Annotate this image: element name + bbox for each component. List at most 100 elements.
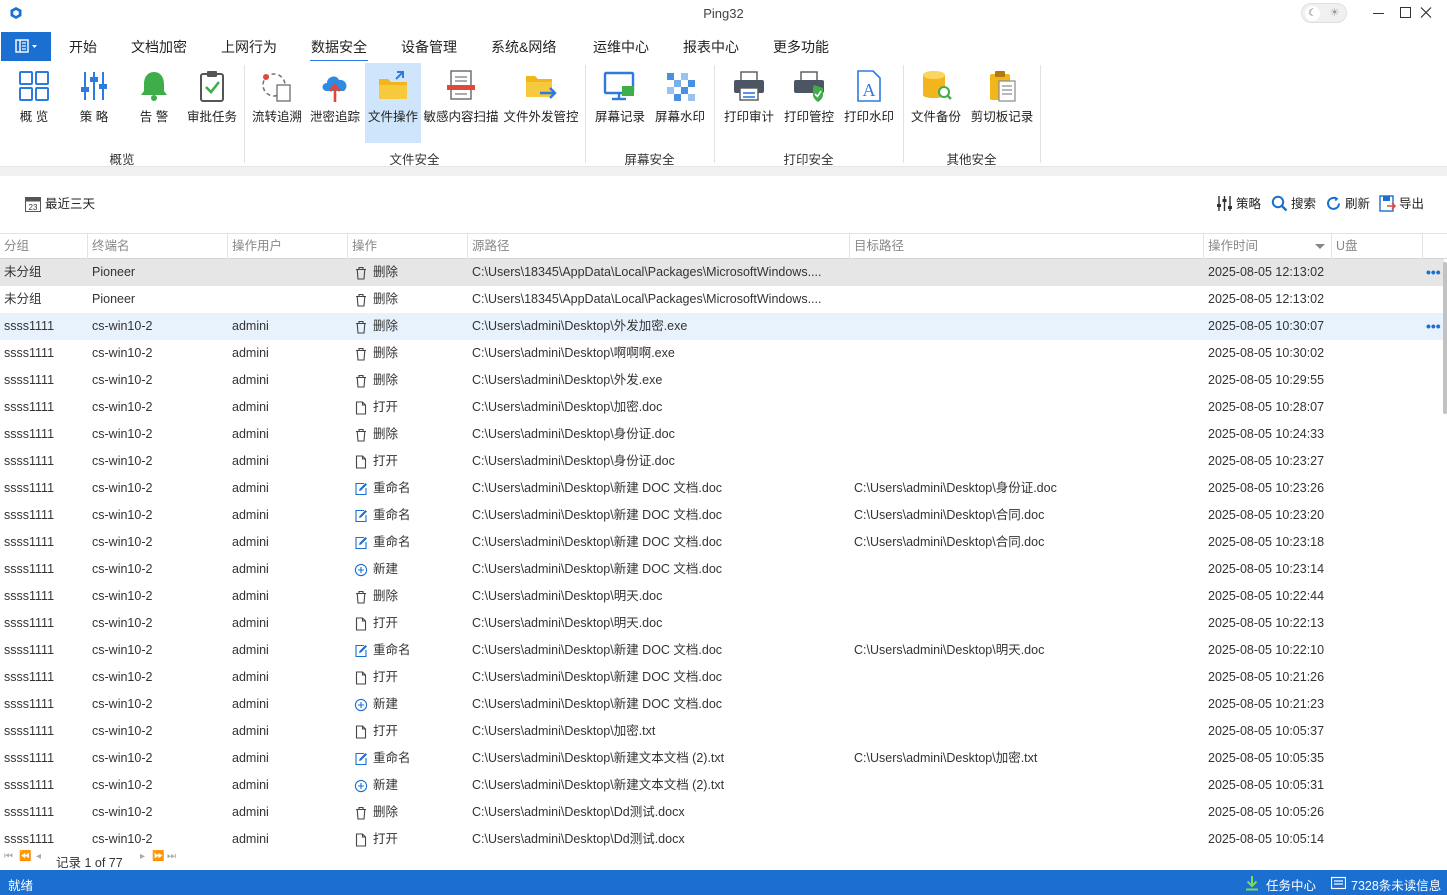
table-row[interactable]: ssss1111 cs-win10-2 admini 删除 C:\Users\admin… xyxy=(0,799,1444,826)
table-row[interactable]: ssss1111 cs-win10-2 admini 删除 C:\Users\admin… xyxy=(0,340,1444,367)
ribbon-print-audit-button[interactable]: 打印审计 xyxy=(721,63,777,143)
theme-toggle[interactable]: ☾ ☀ xyxy=(1301,3,1347,23)
search-button[interactable]: 搜索 xyxy=(1271,195,1319,213)
table-row[interactable]: ssss1111 cs-win10-2 admini 重命名 C:\Users\admi… xyxy=(0,637,1444,664)
row-more-icon[interactable]: ••• xyxy=(1426,259,1441,286)
ribbon-print-watermark-button[interactable]: A 打印水印 xyxy=(841,63,897,143)
cell-user: admini xyxy=(232,346,269,360)
cell-user: admini xyxy=(232,454,269,468)
cell-time: 2025-08-05 10:05:14 xyxy=(1208,832,1325,846)
table-row[interactable]: ssss1111 cs-win10-2 admini 删除 C:\Users\admin… xyxy=(0,583,1444,610)
close-button[interactable] xyxy=(1416,4,1436,22)
column-header-group[interactable]: 分组 xyxy=(0,234,88,259)
tab-ops-center[interactable]: 运维中心 xyxy=(593,37,649,57)
cell-user: admini xyxy=(232,616,269,630)
ribbon-file-outgoing-button[interactable]: 文件外发管控 xyxy=(502,63,580,143)
table-row[interactable]: ssss1111 cs-win10-2 admini 新建 C:\Users\admin… xyxy=(0,772,1444,799)
column-header-source-path[interactable]: 源路径 xyxy=(468,234,850,259)
table-row[interactable]: ssss1111 cs-win10-2 admini 重命名 C:\Users\admi… xyxy=(0,475,1444,502)
cell-terminal: Pioneer xyxy=(92,292,136,306)
ribbon-approval-button[interactable]: 审批任务 xyxy=(184,63,240,143)
tab-data-security[interactable]: 数据安全 xyxy=(310,37,368,63)
next-page-fast-button[interactable]: ⏩ xyxy=(152,851,164,862)
table-row[interactable]: 未分组 Pioneer 删除 C:\Users\18345\AppData\Local… xyxy=(0,259,1444,286)
tab-more-features[interactable]: 更多功能 xyxy=(773,37,829,57)
next-page-button[interactable]: ▸ xyxy=(140,851,145,862)
table-row[interactable]: ssss1111 cs-win10-2 admini 新建 C:\Users\admin… xyxy=(0,556,1444,583)
ribbon-leak-trace-button[interactable]: 泄密追踪 xyxy=(307,63,363,143)
row-more-icon[interactable]: ••• xyxy=(1426,313,1441,340)
prev-page-button[interactable]: ◂ xyxy=(36,851,41,862)
ribbon-overview-button[interactable]: 概 览 xyxy=(8,63,60,143)
table-row[interactable]: ssss1111 cs-win10-2 admini 打开 C:\Users\admin… xyxy=(0,394,1444,421)
ribbon-print-control-button[interactable]: 打印管控 xyxy=(781,63,837,143)
ribbon-flow-trace-button[interactable]: 流转追溯 xyxy=(249,63,305,143)
cell-group: ssss1111 xyxy=(4,454,55,468)
table-row[interactable]: ssss1111 cs-win10-2 admini 打开 C:\Users\admin… xyxy=(0,448,1444,475)
export-button[interactable]: 导出 xyxy=(1379,195,1427,213)
table-row[interactable]: ssss1111 cs-win10-2 admini 删除 C:\Users\admin… xyxy=(0,313,1444,340)
cell-time: 2025-08-05 10:05:35 xyxy=(1208,751,1325,765)
table-row[interactable]: ssss1111 cs-win10-2 admini 新建 C:\Users\admin… xyxy=(0,691,1444,718)
table-row[interactable]: ssss1111 cs-win10-2 admini 删除 C:\Users\admin… xyxy=(0,367,1444,394)
cell-target-path xyxy=(854,583,1200,610)
maximize-button[interactable] xyxy=(1396,4,1416,22)
ribbon-policy-button[interactable]: 策 略 xyxy=(68,63,120,143)
column-header-operation[interactable]: 操作 xyxy=(348,234,468,259)
ribbon-file-operation-button[interactable]: 文件操作 xyxy=(365,63,421,143)
column-header-time[interactable]: 操作时间 xyxy=(1204,234,1332,259)
cell-time: 2025-08-05 10:21:26 xyxy=(1208,670,1325,684)
vertical-scrollbar[interactable] xyxy=(1443,262,1447,414)
date-range-filter[interactable]: 23 最近三天 xyxy=(25,195,105,213)
table-row[interactable]: ssss1111 cs-win10-2 admini 删除 C:\Users\admin… xyxy=(0,421,1444,448)
table-row[interactable]: ssss1111 cs-win10-2 admini 重命名 C:\Users\admi… xyxy=(0,745,1444,772)
cell-terminal: cs-win10-2 xyxy=(92,454,153,468)
operation-label: 新建 xyxy=(373,697,399,711)
column-header-target-path[interactable]: 目标路径 xyxy=(850,234,1204,259)
cell-operation: 打开 xyxy=(354,826,464,847)
cell-operation: 删除 xyxy=(354,799,464,826)
ribbon-screen-watermark-button[interactable]: 屏幕水印 xyxy=(652,63,708,143)
table-row[interactable]: ssss1111 cs-win10-2 admini 打开 C:\Users\admin… xyxy=(0,718,1444,745)
tab-doc-encryption[interactable]: 文档加密 xyxy=(131,37,187,57)
table-row[interactable]: ssss1111 cs-win10-2 admini 打开 C:\Users\admin… xyxy=(0,610,1444,637)
ribbon-button-label: 审批任务 xyxy=(186,110,237,124)
table-row[interactable]: ssss1111 cs-win10-2 admini 重命名 C:\Users\admi… xyxy=(0,502,1444,529)
cell-user: admini xyxy=(232,832,269,846)
refresh-icon xyxy=(1327,196,1340,210)
operation-label: 删除 xyxy=(373,346,399,360)
calendar-day-number: 23 xyxy=(29,203,38,212)
cell-time: 2025-08-05 10:23:18 xyxy=(1208,535,1325,549)
cell-group: ssss1111 xyxy=(4,805,55,819)
first-page-button[interactable]: ⏮ xyxy=(4,851,13,862)
minimize-button[interactable] xyxy=(1369,4,1389,22)
table-row[interactable]: ssss1111 cs-win10-2 admini 打开 C:\Users\admin… xyxy=(0,664,1444,691)
ribbon-sensitive-scan-button[interactable]: 敏感内容扫描 xyxy=(423,63,499,143)
prev-page-fast-button[interactable]: ⏪ xyxy=(19,851,31,862)
cell-operation: 重命名 xyxy=(354,475,464,502)
column-header-usb[interactable]: U盘 xyxy=(1332,234,1423,259)
ribbon-button-label: 打印管控 xyxy=(783,110,834,124)
table-row[interactable]: ssss1111 cs-win10-2 admini 重命名 C:\Users\admi… xyxy=(0,529,1444,556)
main-menu-button[interactable] xyxy=(1,32,51,61)
pager: ⏮ ⏪ ◂ 记录 1 of 77 ▸ ⏩ ⏭ xyxy=(0,850,1447,870)
cell-group: ssss1111 xyxy=(4,400,55,414)
ribbon-screen-record-button[interactable]: 屏幕记录 xyxy=(592,63,648,143)
policy-button[interactable]: 策略 xyxy=(1216,195,1264,213)
cell-terminal: cs-win10-2 xyxy=(92,724,153,738)
column-header-user[interactable]: 操作用户 xyxy=(228,234,348,259)
last-page-button[interactable]: ⏭ xyxy=(167,851,176,862)
tab-system-network[interactable]: 系统&网络 xyxy=(491,37,556,57)
tab-web-behavior[interactable]: 上网行为 xyxy=(221,37,277,57)
table-body: 未分组 Pioneer 删除 C:\Users\18345\AppData\Local… xyxy=(0,259,1444,847)
refresh-button[interactable]: 刷新 xyxy=(1325,195,1373,213)
tab-start[interactable]: 开始 xyxy=(69,37,97,57)
table-row[interactable]: 未分组 Pioneer 删除 C:\Users\18345\AppData\Local… xyxy=(0,286,1444,313)
tab-device-management[interactable]: 设备管理 xyxy=(401,37,457,57)
ribbon-file-backup-button[interactable]: 文件备份 xyxy=(908,63,964,143)
ribbon-clipboard-record-button[interactable]: 剪切板记录 xyxy=(968,63,1036,143)
tab-report-center[interactable]: 报表中心 xyxy=(683,37,739,57)
column-header-terminal[interactable]: 终端名 xyxy=(88,234,228,259)
table-row[interactable]: ssss1111 cs-win10-2 admini 打开 C:\Users\admin… xyxy=(0,826,1444,847)
ribbon-alarm-button[interactable]: 告 警 xyxy=(128,63,180,143)
